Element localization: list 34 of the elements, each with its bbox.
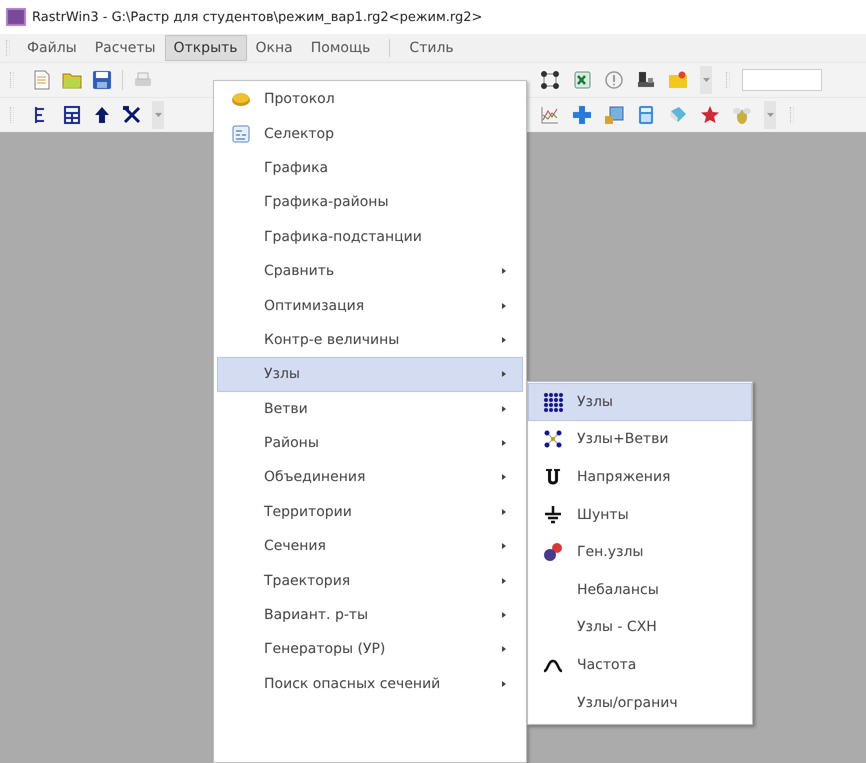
menu-item[interactable]: Ветви [217, 392, 523, 426]
menu-item[interactable]: Ген.узлы [528, 533, 752, 571]
menu-item[interactable]: Файлы [18, 35, 86, 61]
menu-item[interactable]: Сравнить [217, 254, 523, 288]
menu-item[interactable]: Окна [246, 35, 302, 61]
menu-item[interactable]: Узлы - СХН [528, 608, 752, 646]
window-title: RastrWin3 - G:\Растр для студентов\режим_вар1.rg2<режим.rg2> [32, 10, 482, 24]
menu-item[interactable]: Расчеты [86, 35, 165, 61]
menu-item[interactable]: Узлы/огранич [528, 684, 752, 722]
menu-item[interactable]: Поиск опасных сечений [217, 666, 523, 702]
menu-item[interactable]: Селектор [217, 116, 523, 151]
menu-item[interactable]: Оптимизация [217, 288, 523, 323]
menu-item[interactable]: Шунты [528, 496, 752, 534]
menu-item[interactable]: Узлы+Ветви [528, 420, 752, 458]
menu-item[interactable]: Стиль [400, 35, 463, 61]
menu-item[interactable]: Территории [217, 494, 523, 530]
menu-item[interactable]: Напряжения [528, 458, 752, 496]
menu-item[interactable]: Вариант. р-ты [217, 598, 523, 632]
menu-item[interactable]: Небалансы [528, 570, 752, 609]
menu-item[interactable]: Узлы [528, 383, 752, 421]
menu-item[interactable]: Графика-районы [217, 185, 523, 220]
menu-item[interactable]: Протокол [217, 82, 523, 116]
menu-item[interactable]: Открыть [164, 35, 247, 61]
menu-item[interactable]: Районы [217, 426, 523, 460]
menu-item[interactable]: Траектория [217, 563, 523, 598]
menu-item[interactable]: Частота [528, 646, 752, 684]
menu-item[interactable]: Объединения [217, 460, 523, 495]
menu-item[interactable]: Графика [217, 150, 523, 186]
menu-item[interactable]: Узлы [217, 357, 523, 392]
menu-item[interactable]: Генераторы (УР) [217, 632, 523, 667]
menu-item[interactable]: Помощь [302, 35, 380, 61]
menu-item[interactable]: Графика-подстанции [217, 220, 523, 254]
menu-item[interactable]: Сечения [217, 529, 523, 564]
menu-item[interactable]: Контр-е величины [217, 322, 523, 358]
